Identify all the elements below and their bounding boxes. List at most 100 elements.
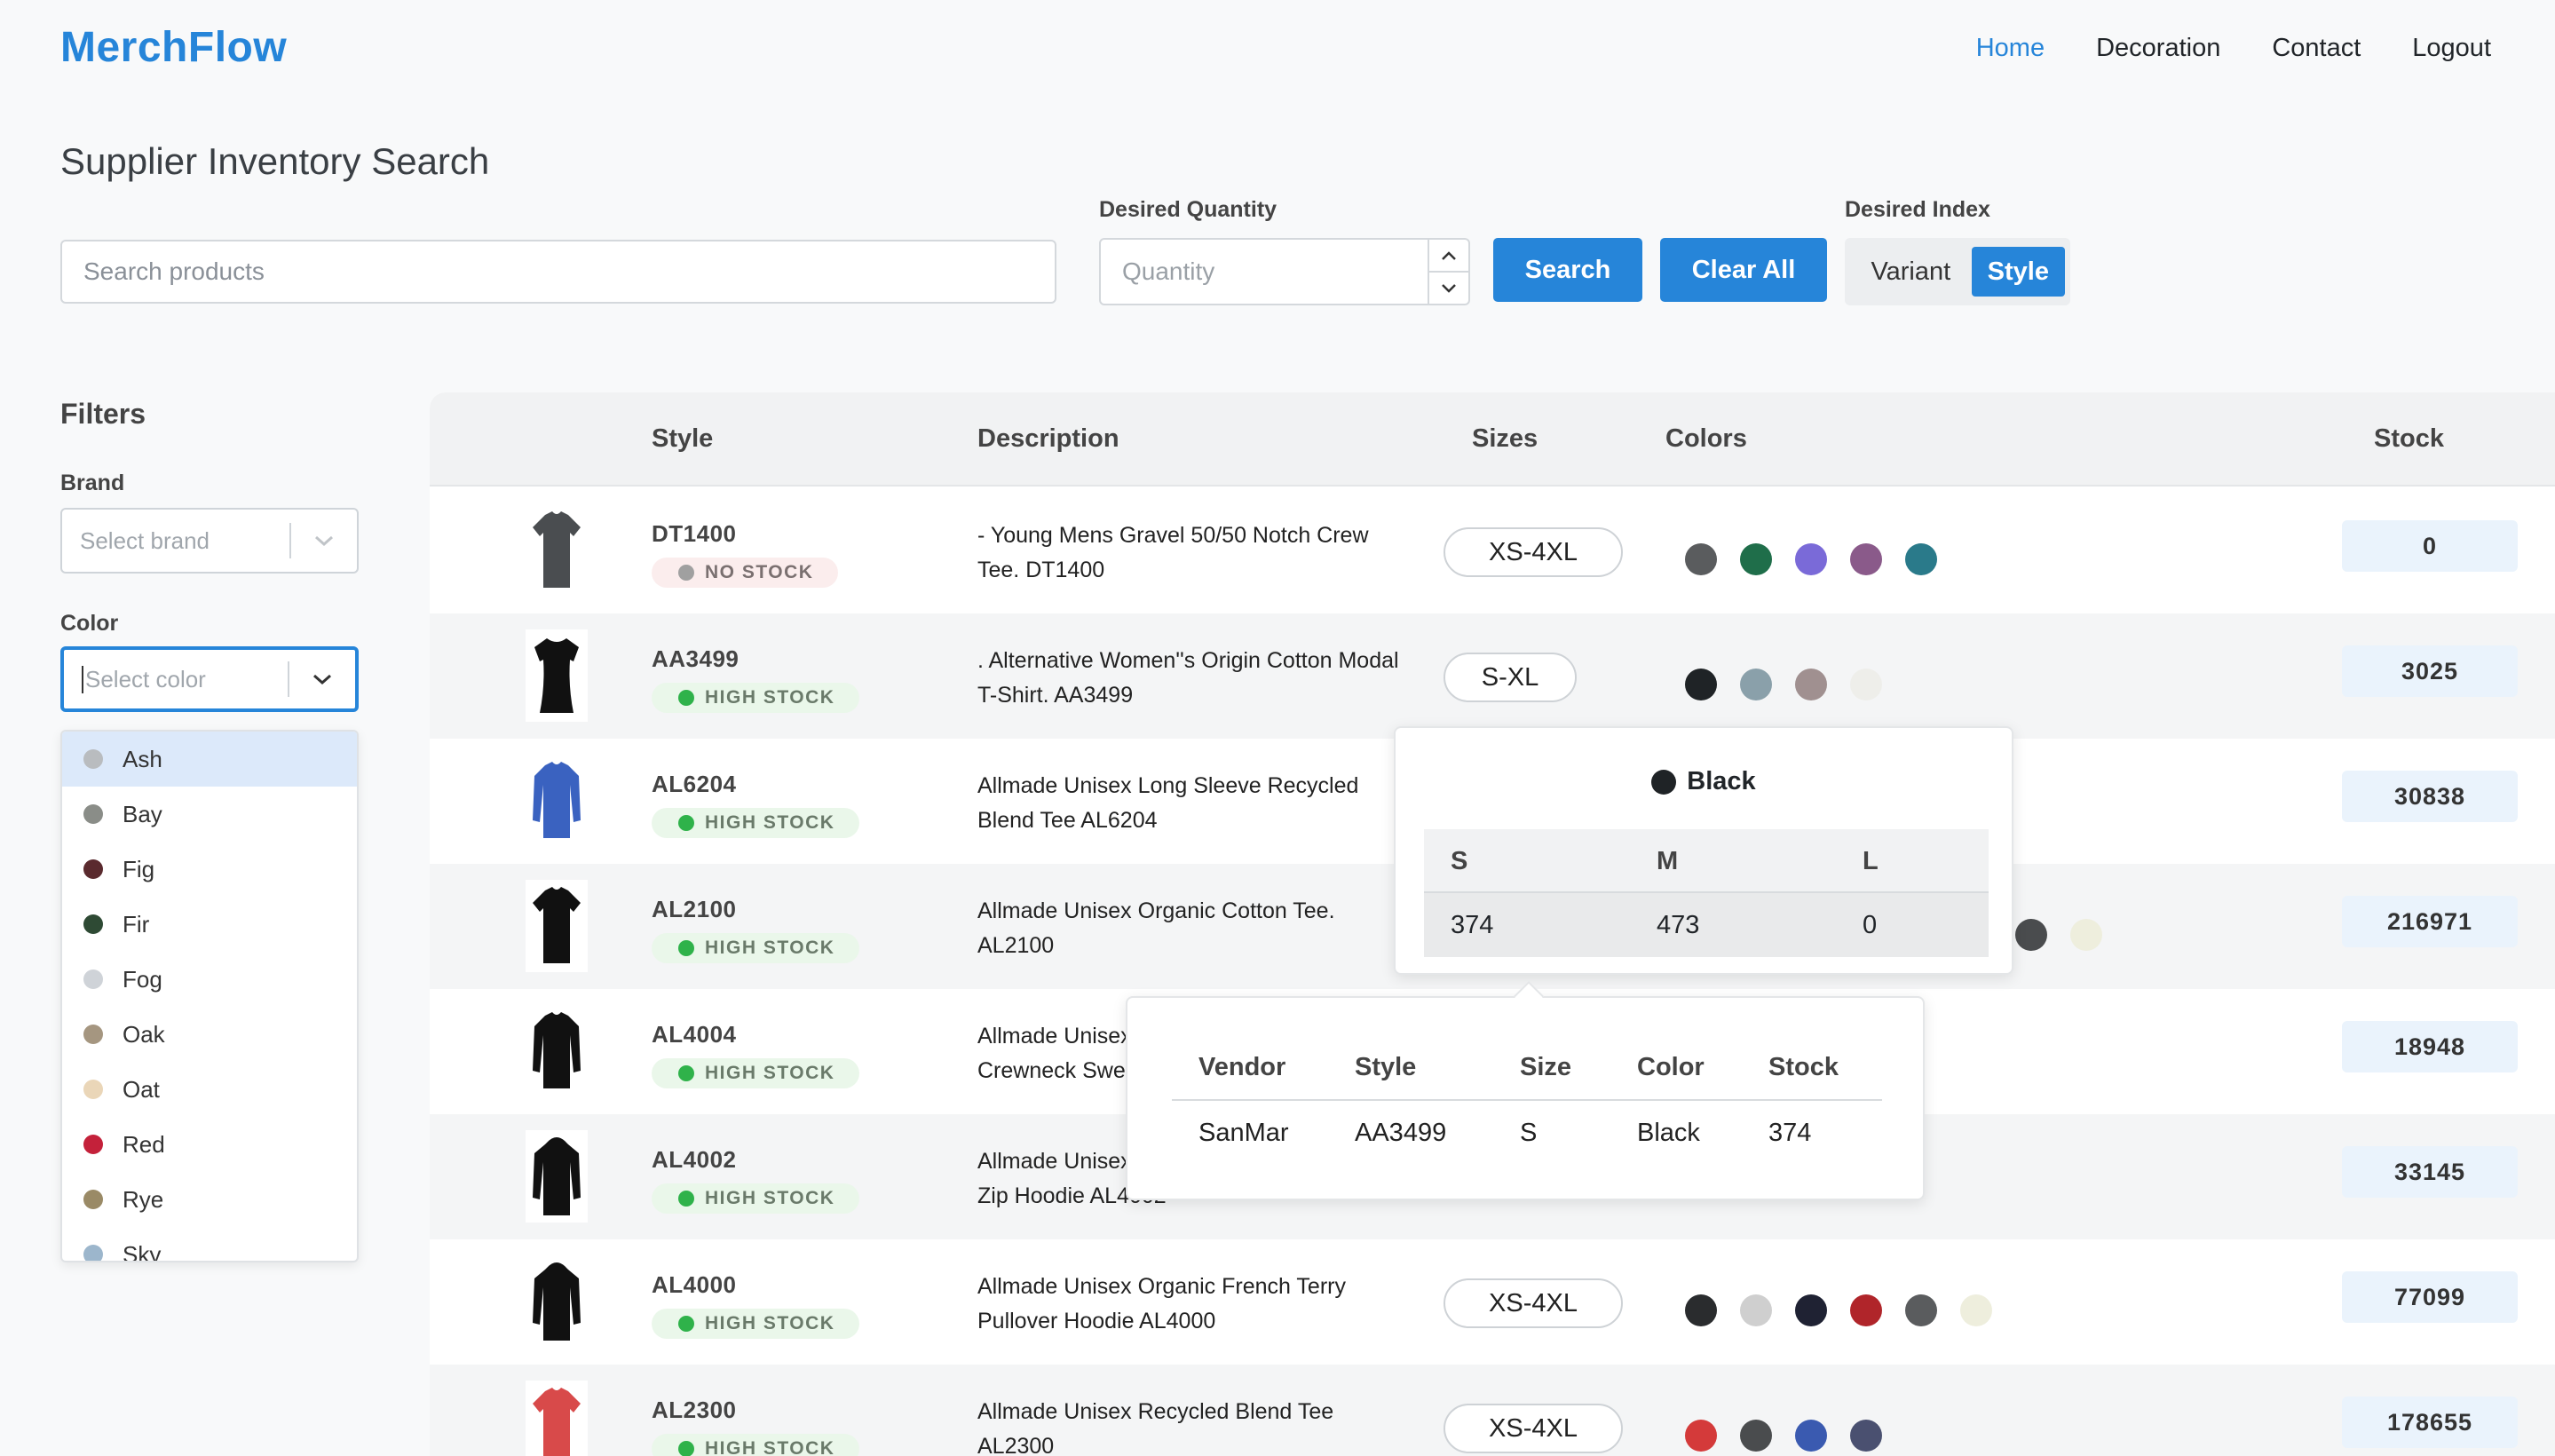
size-value-m[interactable]: 473: [1657, 911, 1699, 940]
color-swatch[interactable]: [1685, 1294, 1717, 1326]
hoodie-icon[interactable]: [526, 1255, 588, 1348]
table-row[interactable]: DT1400 NO STOCK - Young Mens Gravel 50/50 …: [430, 488, 2555, 613]
color-swatch[interactable]: [1685, 543, 1717, 575]
col-sizes[interactable]: Sizes: [1472, 424, 1538, 454]
search-input[interactable]: Search products: [60, 240, 1056, 304]
brand-label: Brand: [60, 471, 125, 495]
color-swatch[interactable]: [1905, 1294, 1937, 1326]
color-option-red[interactable]: Red: [62, 1117, 357, 1172]
color-swatch: [83, 804, 103, 824]
size-value-s[interactable]: 374: [1451, 911, 1493, 940]
stock-badge: HIGH STOCK: [652, 808, 860, 838]
color-option-oak[interactable]: Oak: [62, 1007, 357, 1062]
table-row[interactable]: AL4000 HIGH STOCK Allmade Unisex Organic F…: [430, 1239, 2555, 1365]
chevron-up-icon[interactable]: [1429, 240, 1468, 273]
color-swatch[interactable]: [1685, 1420, 1717, 1452]
tee-icon[interactable]: [526, 504, 588, 597]
chevron-down-icon[interactable]: [291, 534, 357, 547]
table-row[interactable]: AA3499 HIGH STOCK . Alternative Women''s O…: [430, 613, 2555, 739]
style-code[interactable]: AL2300: [652, 1397, 737, 1424]
nav-home[interactable]: Home: [1976, 34, 2045, 63]
style-code[interactable]: DT1400: [652, 520, 737, 548]
style-code[interactable]: AA3499: [652, 645, 739, 673]
color-option-fir[interactable]: Fir: [62, 897, 357, 952]
style-code[interactable]: AL6204: [652, 771, 737, 798]
sweatshirt-icon[interactable]: [526, 1005, 588, 1097]
color-swatch[interactable]: [2015, 919, 2047, 951]
color-label: Color: [60, 611, 119, 636]
col-description[interactable]: Description: [977, 424, 1119, 454]
style-code[interactable]: AL4000: [652, 1271, 737, 1299]
col-style[interactable]: Style: [652, 424, 713, 454]
size-range-pill[interactable]: S-XL: [1444, 653, 1577, 702]
stock-badge-label: HIGH STOCK: [705, 938, 835, 958]
color-swatch[interactable]: [1960, 1294, 1992, 1326]
size-range-pill[interactable]: XS-4XL: [1444, 1278, 1623, 1328]
color-swatch[interactable]: [1740, 1294, 1772, 1326]
color-option-sky[interactable]: Sky: [62, 1227, 357, 1262]
color-swatch[interactable]: [1795, 1420, 1827, 1452]
womens-tee-icon[interactable]: [526, 629, 588, 722]
vendor-size-header: Size: [1520, 1053, 1572, 1081]
nav-contact[interactable]: Contact: [2272, 34, 2361, 63]
color-option-label: Red: [123, 1130, 165, 1158]
col-colors[interactable]: Colors: [1665, 424, 1747, 454]
table-header: Style Description Sizes Colors Stock: [430, 392, 2555, 487]
style-code[interactable]: AL4004: [652, 1021, 737, 1048]
clear-all-button[interactable]: Clear All: [1660, 238, 1827, 302]
color-option-label: Sky: [123, 1240, 162, 1262]
index-option-style[interactable]: Style: [1971, 247, 2065, 297]
color-swatch: [1651, 769, 1677, 795]
color-swatch[interactable]: [1850, 1420, 1882, 1452]
color-swatch[interactable]: [1850, 669, 1882, 700]
stock-badge-label: HIGH STOCK: [705, 1438, 835, 1456]
color-swatch[interactable]: [1795, 543, 1827, 575]
stock-count: 3025: [2342, 645, 2518, 697]
color-stock-popover: Black S M L 374 473 0: [1394, 726, 2013, 975]
color-swatch[interactable]: [1795, 1294, 1827, 1326]
color-swatch[interactable]: [1850, 543, 1882, 575]
size-header-l: L: [1863, 847, 1879, 875]
color-swatch[interactable]: [1740, 543, 1772, 575]
search-placeholder: Search products: [83, 257, 265, 285]
logo[interactable]: MerchFlow: [60, 23, 287, 72]
size-range-pill[interactable]: XS-4XL: [1444, 1404, 1623, 1453]
size-value-l[interactable]: 0: [1863, 911, 1877, 940]
hoodie-icon[interactable]: [526, 1130, 588, 1223]
chevron-down-icon[interactable]: [289, 673, 355, 685]
color-select[interactable]: Select color: [60, 646, 359, 712]
color-swatch[interactable]: [1740, 669, 1772, 700]
size-range-pill[interactable]: XS-4XL: [1444, 527, 1623, 577]
table-row[interactable]: AL2300 HIGH STOCK Allmade Unisex Recycled …: [430, 1365, 2555, 1456]
stock-count: 216971: [2342, 896, 2518, 947]
color-swatch[interactable]: [1850, 1294, 1882, 1326]
color-option-rye[interactable]: Rye: [62, 1172, 357, 1227]
style-code[interactable]: AL2100: [652, 896, 737, 923]
stock-badge: HIGH STOCK: [652, 683, 860, 713]
color-swatch[interactable]: [1795, 669, 1827, 700]
chevron-down-icon[interactable]: [1429, 273, 1468, 304]
color-option-ash[interactable]: Ash: [62, 732, 357, 787]
quantity-stepper[interactable]: Quantity: [1099, 238, 1470, 305]
color-option-fig[interactable]: Fig: [62, 842, 357, 897]
nav-decoration[interactable]: Decoration: [2096, 34, 2220, 63]
color-swatch[interactable]: [2070, 919, 2102, 951]
stock-count: 178655: [2342, 1397, 2518, 1448]
color-option-oat[interactable]: Oat: [62, 1062, 357, 1117]
color-option-fog[interactable]: Fog: [62, 952, 357, 1007]
style-code[interactable]: AL4002: [652, 1146, 737, 1174]
nav-logout[interactable]: Logout: [2412, 34, 2491, 63]
search-button[interactable]: Search: [1493, 238, 1642, 302]
index-option-variant[interactable]: Variant: [1850, 247, 1972, 297]
color-swatch[interactable]: [1740, 1420, 1772, 1452]
long-sleeve-icon[interactable]: [526, 755, 588, 847]
col-stock[interactable]: Stock: [2374, 424, 2444, 454]
popover-title: Black: [1396, 767, 2012, 796]
color-swatch[interactable]: [1685, 669, 1717, 700]
color-option-bay[interactable]: Bay: [62, 787, 357, 842]
color-swatch[interactable]: [1905, 543, 1937, 575]
brand-select[interactable]: Select brand: [60, 508, 359, 574]
popover-size-header: S M L: [1424, 829, 1989, 893]
tee-icon[interactable]: [526, 880, 588, 972]
tee-icon[interactable]: [526, 1381, 588, 1456]
